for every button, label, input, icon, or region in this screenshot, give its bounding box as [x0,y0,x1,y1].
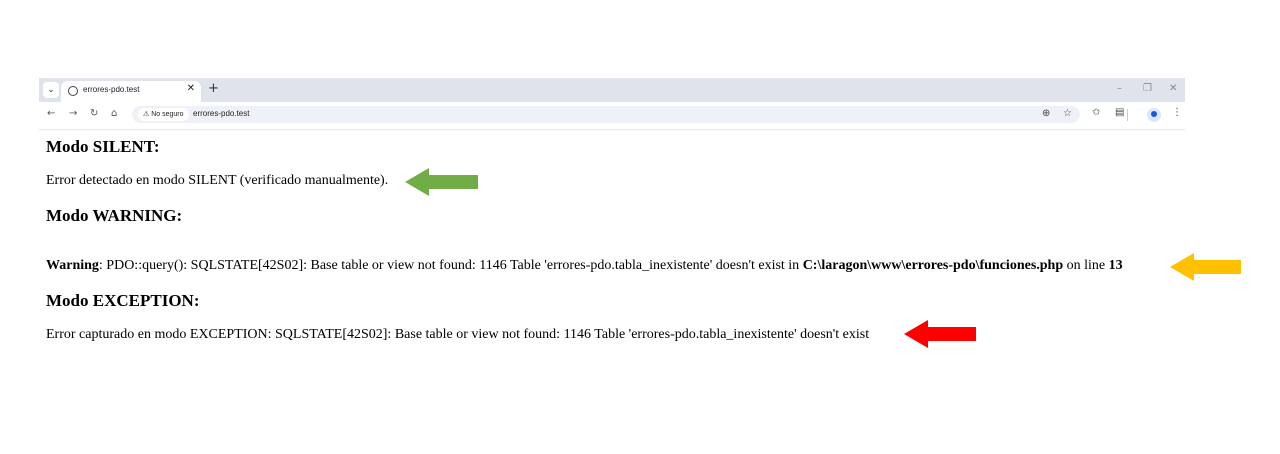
warning-label: Warning [46,258,99,273]
warning-heading: Modo WARNING: [46,206,183,225]
plus-icon[interactable]: + [208,81,219,96]
zoom-icon[interactable]: ⊕ [1042,108,1050,119]
browser-window: ⌄ errores-pdo.test ✕ + – ❐ ✕ ← → ↻ ⌂ ⚠ N… [39,78,1185,130]
minimize-icon[interactable]: – [1117,83,1122,94]
arrow-left-icon [405,168,478,196]
toolbar-divider [1127,109,1128,121]
profile-avatar[interactable] [1147,108,1161,122]
warning-triangle-icon: ⚠ [143,111,150,118]
arrow-left-icon [904,320,976,348]
red-arrow [904,320,976,348]
yellow-arrow [1170,253,1241,281]
warning-file: C:\laragon\www\errores-pdo\funciones.php [802,258,1064,273]
address-bar[interactable]: ⚠ No seguro errores-pdo.test ⊕ ☆ [132,106,1080,123]
back-icon[interactable]: ← [47,108,55,119]
secure-label: No seguro [151,111,184,118]
close-window-icon[interactable]: ✕ [1169,83,1177,94]
tab-active[interactable]: errores-pdo.test ✕ [61,81,201,102]
extensions-icon[interactable]: ✩ [1092,107,1100,118]
green-arrow [405,168,478,196]
warning-line-number: 13 [1108,258,1123,273]
tab-strip: ⌄ errores-pdo.test ✕ + – ❐ ✕ [39,78,1185,102]
chevron-down-icon: ⌄ [47,85,55,95]
forward-icon[interactable]: → [69,108,77,119]
side-panel-icon[interactable]: ▤ [1115,107,1124,118]
warning-text: : PDO::query(): SQLSTATE[42S02]: Base ta… [98,258,803,273]
globe-icon [68,86,78,96]
exception-heading: Modo EXCEPTION: [46,291,200,310]
silent-heading: Modo SILENT: [46,137,160,156]
exception-message: Error capturado en modo EXCEPTION: SQLST… [46,327,870,342]
restore-icon[interactable]: ❐ [1143,83,1152,94]
site-info-chip[interactable]: ⚠ No seguro [138,108,189,121]
tab-search-button[interactable]: ⌄ [43,82,59,98]
warning-on-line: on line [1063,258,1109,273]
arrow-left-icon [1170,253,1241,281]
home-icon[interactable]: ⌂ [111,108,117,119]
menu-icon[interactable]: ⋮ [1172,107,1182,118]
star-icon[interactable]: ☆ [1063,108,1072,119]
toolbar: ← → ↻ ⌂ ⚠ No seguro errores-pdo.test ⊕ ☆… [39,102,1185,130]
silent-message: Error detectado en modo SILENT (verifica… [46,173,389,188]
warning-message: Warning: PDO::query(): SQLSTATE[42S02]: … [46,258,1123,274]
reload-icon[interactable]: ↻ [90,108,98,119]
tab-title: errores-pdo.test [83,85,140,94]
url-text[interactable]: errores-pdo.test [193,109,249,118]
close-tab-icon[interactable]: ✕ [187,83,195,94]
